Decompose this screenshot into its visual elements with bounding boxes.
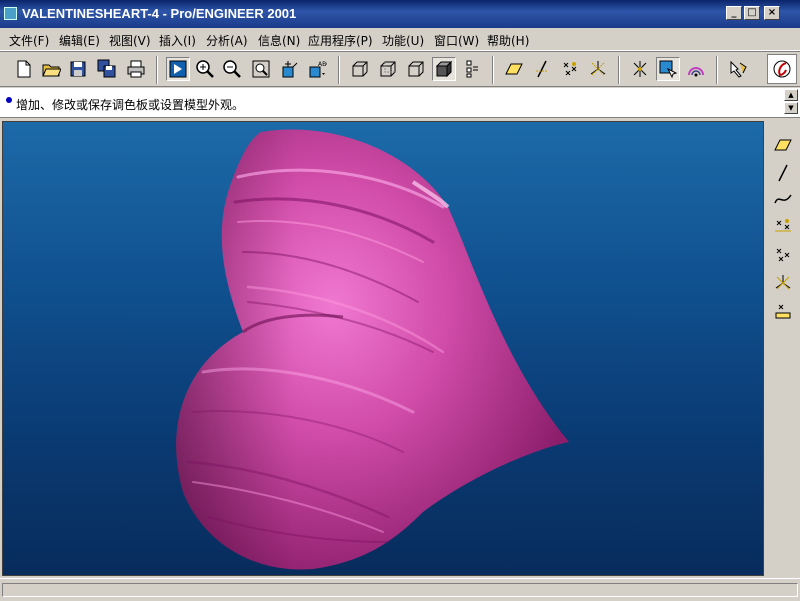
- no-hidden-icon[interactable]: [404, 57, 428, 81]
- saved-views-icon[interactable]: ABC: [305, 57, 329, 81]
- datum-display-icon[interactable]: [460, 57, 484, 81]
- coordinate-system-icon[interactable]: [586, 57, 610, 81]
- menu-window[interactable]: 窗口(W): [434, 32, 479, 49]
- analysis-tool-icon[interactable]: [771, 299, 795, 323]
- title-bar: VALENTINESHEART-4 - Pro/ENGINEER 2001 _ …: [0, 0, 800, 28]
- datum-plane-tool-icon[interactable]: [771, 133, 795, 157]
- close-button[interactable]: ×: [764, 6, 780, 20]
- menu-file[interactable]: 文件(F): [9, 32, 49, 49]
- main-toolbar: ABC: [0, 51, 800, 87]
- selection-filter-icon[interactable]: [656, 57, 680, 81]
- datum-point-tool-icon[interactable]: [771, 215, 795, 239]
- csys-tool-icon[interactable]: [771, 271, 795, 295]
- toolbar-separator: [716, 56, 718, 84]
- menu-view[interactable]: 视图(V): [109, 32, 151, 49]
- menu-edit[interactable]: 编辑(E): [59, 32, 100, 49]
- message-bullet-icon: [6, 97, 12, 103]
- model-tree-icon[interactable]: [684, 57, 708, 81]
- datum-axis-icon[interactable]: [530, 57, 554, 81]
- window-title: VALENTINESHEART-4 - Pro/ENGINEER 2001: [22, 6, 297, 21]
- menu-help[interactable]: 帮助(H): [487, 32, 529, 49]
- menu-bar: 文件(F) 编辑(E) 视图(V) 插入(I) 分析(A) 信息(N) 应用程序…: [0, 28, 800, 51]
- app-icon[interactable]: [4, 7, 17, 20]
- new-file-icon[interactable]: [12, 57, 36, 81]
- print-icon[interactable]: [124, 57, 148, 81]
- proe-logo-icon[interactable]: [767, 54, 797, 84]
- maximize-button[interactable]: □: [744, 6, 760, 20]
- zoom-in-icon[interactable]: [193, 57, 217, 81]
- heart-model[interactable]: [3, 122, 764, 576]
- whats-this-icon[interactable]: [726, 57, 750, 81]
- menu-applications[interactable]: 应用程序(P): [308, 32, 373, 49]
- save-icon[interactable]: [66, 57, 90, 81]
- datum-curve-tool-icon[interactable]: [771, 187, 795, 211]
- scroll-up-icon[interactable]: ▲: [784, 89, 798, 101]
- message-text: 增加、修改或保存调色板或设置模型外观。: [16, 98, 245, 112]
- menu-info[interactable]: 信息(N): [258, 32, 300, 49]
- hidden-line-icon[interactable]: [376, 57, 400, 81]
- zoom-out-icon[interactable]: [220, 57, 244, 81]
- menu-insert[interactable]: 插入(I): [159, 32, 196, 49]
- toolbar-separator: [156, 56, 158, 84]
- refit-icon[interactable]: [249, 57, 273, 81]
- orient-icon[interactable]: [277, 57, 301, 81]
- wireframe-icon[interactable]: [348, 57, 372, 81]
- datum-toolbar: [767, 121, 798, 576]
- datum-axis-tool-icon[interactable]: [771, 161, 795, 185]
- status-field: [2, 583, 798, 597]
- menu-utilities[interactable]: 功能(U): [382, 32, 424, 49]
- status-bar: [0, 578, 800, 601]
- toolbar-separator: [492, 56, 494, 84]
- toolbar-separator: [338, 56, 340, 84]
- message-scrollbar[interactable]: ▲ ▼: [784, 89, 798, 115]
- scroll-down-icon[interactable]: ▼: [784, 102, 798, 114]
- minimize-button[interactable]: _: [726, 6, 742, 20]
- save-copy-icon[interactable]: [95, 57, 119, 81]
- spin-center-icon[interactable]: [628, 57, 652, 81]
- datum-point-icon[interactable]: [558, 57, 582, 81]
- point-offset-tool-icon[interactable]: [771, 243, 795, 267]
- datum-plane-icon[interactable]: [502, 57, 526, 81]
- graphics-window[interactable]: [2, 121, 764, 576]
- toolbar-separator: [618, 56, 620, 84]
- open-file-icon[interactable]: [39, 57, 63, 81]
- svg-text:ABC: ABC: [318, 61, 327, 68]
- menu-analysis[interactable]: 分析(A): [206, 32, 248, 49]
- shading-icon[interactable]: [432, 57, 456, 81]
- message-area: 增加、修改或保存调色板或设置模型外观。 ▲ ▼: [0, 88, 800, 118]
- repaint-icon[interactable]: [166, 57, 190, 81]
